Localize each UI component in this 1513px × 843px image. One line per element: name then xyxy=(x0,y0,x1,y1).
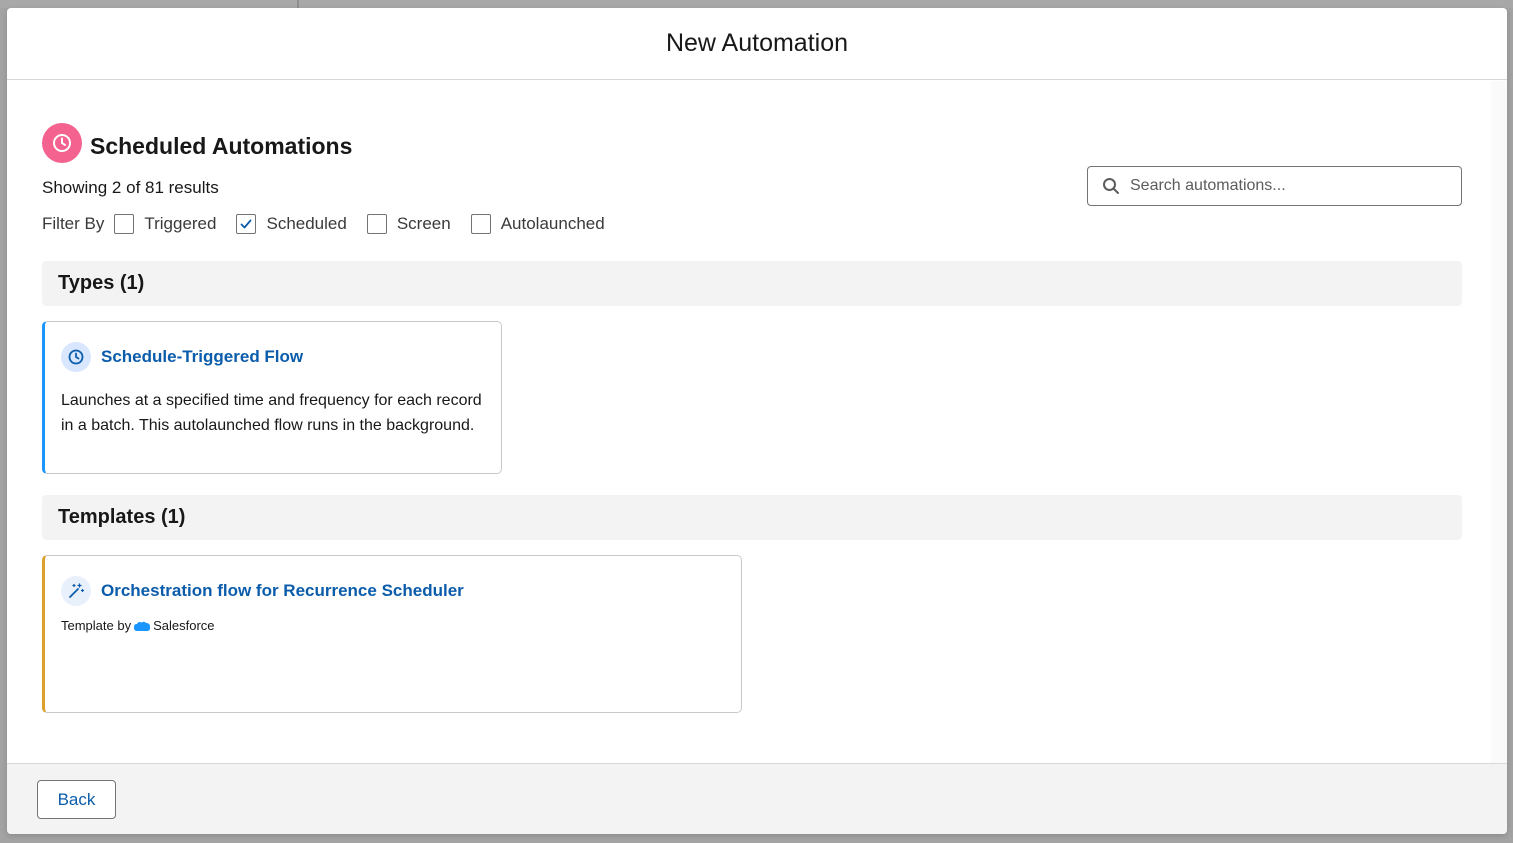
card-header: Orchestration flow for Recurrence Schedu… xyxy=(61,576,725,606)
schedule-triggered-flow-card[interactable]: Schedule-Triggered Flow Launches at a sp… xyxy=(42,321,502,474)
screen-checkbox[interactable] xyxy=(366,214,387,234)
salesforce-cloud-icon xyxy=(134,621,151,631)
search-input[interactable] xyxy=(1130,177,1450,195)
modal-body: Scheduled Automations Showing 2 of 81 re… xyxy=(7,81,1507,763)
card-description: Launches at a specified time and frequen… xyxy=(61,392,482,434)
template-attribution: Template by Salesforce xyxy=(61,618,725,633)
modal-header: New Automation xyxy=(7,8,1507,80)
filter-scheduled[interactable]: Scheduled xyxy=(236,214,347,234)
triggered-checkbox[interactable] xyxy=(114,214,135,234)
section-header: Scheduled Automations xyxy=(42,123,352,163)
background-divider xyxy=(297,0,299,8)
search-box[interactable] xyxy=(1087,166,1462,206)
magic-wand-icon xyxy=(61,576,91,606)
orchestration-template-card[interactable]: Orchestration flow for Recurrence Schedu… xyxy=(42,555,742,713)
card-header: Schedule-Triggered Flow xyxy=(61,342,485,372)
filter-label: Filter By xyxy=(42,214,105,233)
template-by-label: Template by xyxy=(61,618,132,633)
filter-option-label: Screen xyxy=(396,214,451,233)
clock-icon xyxy=(61,342,91,372)
results-count: Showing 2 of 81 results xyxy=(42,178,219,197)
templates-group-header: Templates (1) xyxy=(42,495,1462,540)
filter-triggered[interactable]: Triggered xyxy=(114,214,216,234)
checkmark-icon xyxy=(241,219,252,229)
types-group-header: Types (1) xyxy=(42,261,1462,306)
card-title[interactable]: Orchestration flow for Recurrence Schedu… xyxy=(101,581,464,601)
filter-bar: Filter By Triggered Scheduled Screen Aut… xyxy=(42,214,625,234)
clock-icon xyxy=(42,123,82,163)
scheduled-checkbox[interactable] xyxy=(236,214,257,234)
filter-option-label: Scheduled xyxy=(266,214,347,233)
publisher-name: Salesforce xyxy=(153,618,215,633)
search-icon xyxy=(1103,178,1119,194)
autolaunched-checkbox[interactable] xyxy=(470,214,491,234)
modal-footer: Back xyxy=(7,763,1507,834)
filter-option-label: Autolaunched xyxy=(500,214,605,233)
section-title: Scheduled Automations xyxy=(90,132,353,159)
modal-title: New Automation xyxy=(665,29,849,57)
background-strip xyxy=(0,0,1513,8)
card-title[interactable]: Schedule-Triggered Flow xyxy=(101,347,303,367)
filter-option-label: Triggered xyxy=(144,214,217,233)
new-automation-modal: New Automation Scheduled Automations Sho… xyxy=(7,8,1507,834)
filter-autolaunched[interactable]: Autolaunched xyxy=(470,214,605,234)
back-button[interactable]: Back xyxy=(37,780,116,819)
filter-screen[interactable]: Screen xyxy=(366,214,451,234)
